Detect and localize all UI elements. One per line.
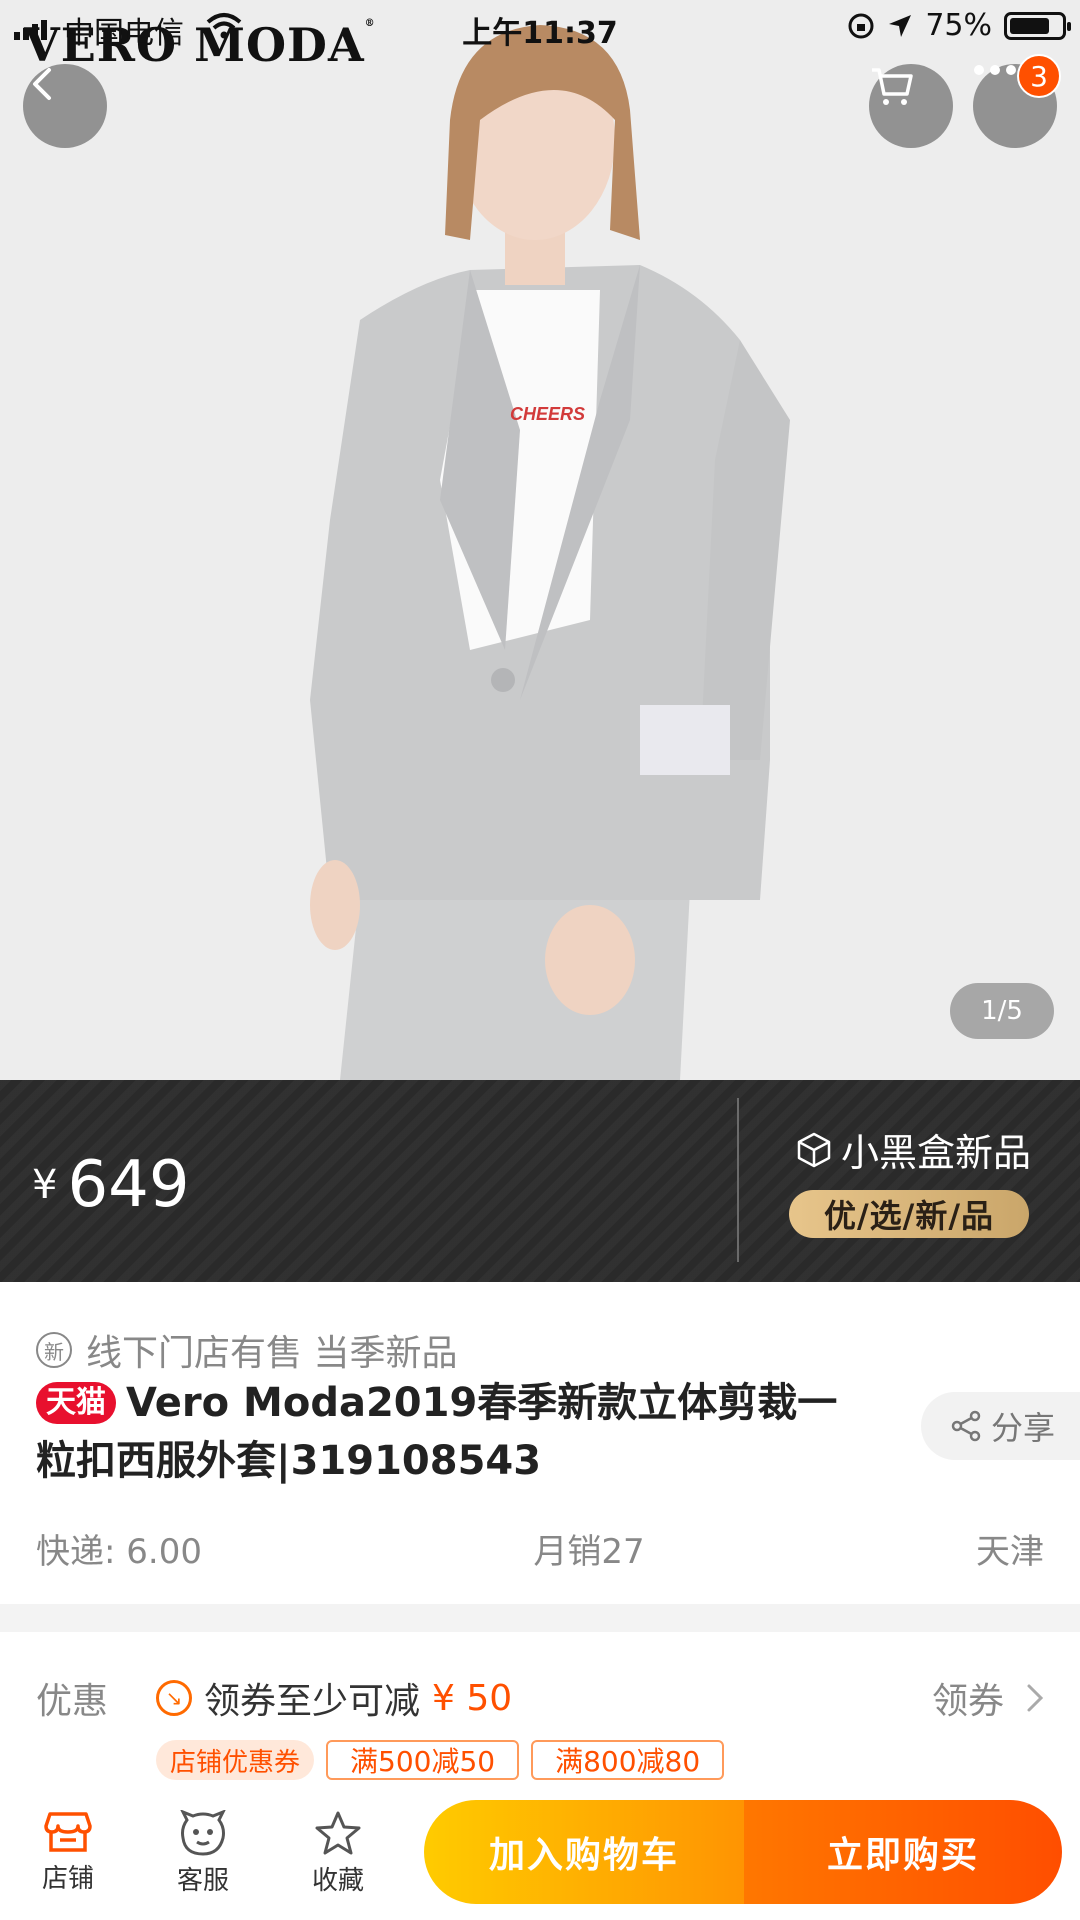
model-photo: CHEERS: [0, 0, 1080, 1080]
new-arrival-label: 线下门店有售 当季新品: [86, 1333, 458, 1374]
message-count-badge: 3: [1017, 54, 1061, 98]
more-icon: [974, 65, 1016, 75]
battery-icon: [1004, 11, 1071, 40]
price-amount: 649: [67, 1148, 190, 1222]
shirt-print: CHEERS: [510, 404, 585, 424]
share-icon: [951, 1410, 981, 1442]
rotation-lock-icon: [848, 13, 874, 38]
location-icon: [889, 14, 912, 37]
product-info: 新 线下门店有售 当季新品 天猫 Vero Moda2019春季新款立体剪裁一粒扣…: [0, 1282, 1080, 1604]
coupon-amount: ¥ 50: [432, 1677, 513, 1719]
coupon-label: 优惠: [36, 1681, 109, 1722]
status-bar: 中国电信 上午11:37 75%: [0, 0, 1080, 52]
battery-percentage: 75%: [925, 8, 992, 43]
coupon-tag[interactable]: 满500减50: [326, 1740, 520, 1780]
blackbox-tag[interactable]: 优/选/新/品: [789, 1190, 1029, 1238]
star-icon: [315, 1811, 361, 1855]
divider: [737, 1098, 739, 1262]
image-page-indicator: 1/5: [950, 983, 1054, 1039]
section-gap: [0, 1604, 1080, 1632]
more-button[interactable]: 3: [973, 54, 1061, 148]
coupon-arrow-icon: ↘: [156, 1680, 192, 1716]
blackbox-title[interactable]: 小黑盒新品: [795, 1122, 1031, 1177]
store-coupon-tag: 店铺优惠券: [156, 1740, 315, 1780]
meta-row: 快递: 6.00 月销27 天津: [36, 1524, 1044, 1573]
bottom-action-bar: 店铺 客服 收藏 加入购物车 立即购买: [0, 1800, 1080, 1920]
back-button[interactable]: [23, 64, 107, 148]
cube-icon: [797, 1132, 831, 1167]
price-banner: ¥649 小黑盒新品 优/选/新/品: [0, 1080, 1080, 1282]
coupon-tags: 店铺优惠券 满500减50 满800减80: [156, 1740, 725, 1780]
tmall-badge: 天猫: [36, 1382, 116, 1424]
store-button[interactable]: 店铺: [13, 1810, 123, 1895]
currency-symbol: ¥: [32, 1162, 58, 1208]
share-button[interactable]: 分享: [921, 1392, 1080, 1460]
product-title-text: Vero Moda2019春季新款立体剪裁一粒扣西服外套|319108543: [36, 1380, 838, 1484]
new-icon: 新: [36, 1332, 72, 1368]
chevron-left-icon: [33, 68, 51, 100]
coupon-tag[interactable]: 满800减80: [531, 1740, 725, 1780]
cart-button[interactable]: [869, 64, 953, 148]
shipping-fee: 快递: 6.00: [36, 1532, 202, 1572]
cart-icon: [872, 68, 913, 105]
chevron-right-icon: [1027, 1684, 1044, 1712]
add-to-cart-button[interactable]: 加入购物车: [424, 1800, 744, 1904]
customer-service-button[interactable]: 客服: [148, 1810, 258, 1897]
get-coupon-link[interactable]: 领券: [932, 1672, 1044, 1724]
price: ¥649: [32, 1148, 190, 1222]
customer-service-icon: [180, 1810, 226, 1856]
new-arrival-line: 新 线下门店有售 当季新品: [36, 1324, 457, 1376]
coupon-summary: ↘ 领券至少可减 ¥ 50: [156, 1672, 512, 1724]
buy-now-button[interactable]: 立即购买: [744, 1800, 1062, 1904]
favorite-button[interactable]: 收藏: [283, 1810, 393, 1897]
product-image[interactable]: CHEERS VERO MODA® 3 1/5: [0, 0, 1080, 1080]
monthly-sales: 月销27: [533, 1532, 645, 1572]
coupon-section[interactable]: 优惠 ↘ 领券至少可减 ¥ 50 领券 店铺优惠券 满500减50 满800减8…: [0, 1632, 1080, 1800]
ship-from-location: 天津: [975, 1532, 1044, 1572]
store-icon: [44, 1812, 92, 1852]
product-title: 天猫 Vero Moda2019春季新款立体剪裁一粒扣西服外套|319108543: [36, 1374, 876, 1490]
